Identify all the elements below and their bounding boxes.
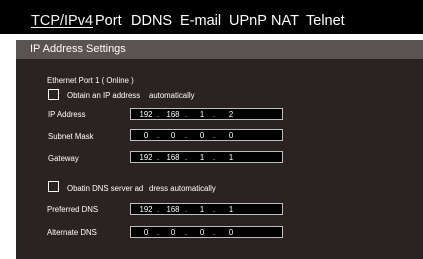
subnet-mask-label: Subnet Mask <box>48 132 94 141</box>
adns-octet-4: 0 <box>228 228 234 237</box>
tab-telnet[interactable]: Telnet <box>306 13 345 30</box>
dot: . <box>213 110 216 119</box>
tab-bar: TCP/IPv4 Port DDNS E-mail UPnP NAT Telne… <box>0 0 423 34</box>
auto-dns-label: Obatin DNS server ad <box>67 184 144 193</box>
ip-octet-1: 192 <box>139 110 153 119</box>
ip-address-input[interactable]: 192 . 168 . 1 . 2 <box>130 108 283 120</box>
gw-octet-1: 192 <box>139 153 153 162</box>
alternate-dns-input[interactable]: 0 . 0 . 0 . 0 <box>130 226 283 238</box>
ip-octet-3: 1 <box>199 110 205 119</box>
dot: . <box>157 228 160 237</box>
dot: . <box>157 110 160 119</box>
auto-ip-label: Obtain an IP address <box>67 91 141 100</box>
ip-address-label: IP Address <box>48 110 86 119</box>
alternate-dns-label: Alternate DNS <box>47 228 97 237</box>
tab-ddns[interactable]: DDNS <box>131 13 172 30</box>
gw-octet-2: 168 <box>166 153 180 162</box>
dot: . <box>213 205 216 214</box>
pdns-octet-2: 168 <box>166 205 180 214</box>
section-title: IP Address Settings <box>30 43 126 55</box>
pdns-octet-4: 1 <box>228 205 234 214</box>
dot: . <box>157 131 160 140</box>
mask-octet-3: 0 <box>199 131 205 140</box>
tab-nat[interactable]: NAT <box>271 13 299 30</box>
dot: . <box>213 228 216 237</box>
auto-dns-checkbox[interactable] <box>48 181 59 192</box>
ethernet-port-label: Ethernet Port 1 ( Online ) <box>47 76 134 85</box>
mask-octet-1: 0 <box>143 131 149 140</box>
dot: . <box>157 153 160 162</box>
subnet-mask-input[interactable]: 0 . 0 . 0 . 0 <box>130 129 283 141</box>
dot: . <box>185 110 188 119</box>
gateway-label: Gateway <box>48 154 79 163</box>
tab-upnp[interactable]: UPnP <box>229 13 267 30</box>
tab-email[interactable]: E-mail <box>180 13 221 30</box>
gw-octet-4: 1 <box>228 153 234 162</box>
section-header: IP Address Settings <box>16 40 423 59</box>
dot: . <box>185 153 188 162</box>
dot: . <box>185 205 188 214</box>
ip-octet-4: 2 <box>228 110 234 119</box>
preferred-dns-label: Preferred DNS <box>47 205 99 214</box>
settings-panel: IP Address Settings Ethernet Port 1 ( On… <box>16 40 423 259</box>
adns-octet-1: 0 <box>143 228 149 237</box>
gateway-input[interactable]: 192 . 168 . 1 . 1 <box>130 151 283 163</box>
dot: . <box>185 131 188 140</box>
mask-octet-4: 0 <box>228 131 234 140</box>
gw-octet-3: 1 <box>199 153 205 162</box>
auto-dns-label-suffix: dress automatically <box>149 184 216 193</box>
adns-octet-2: 0 <box>170 228 176 237</box>
auto-ip-label-suffix: automatically <box>149 91 195 100</box>
dot: . <box>185 228 188 237</box>
tab-tcp-ipv4[interactable]: TCP/IPv4 <box>31 13 93 30</box>
dot: . <box>213 131 216 140</box>
pdns-octet-1: 192 <box>139 205 153 214</box>
tab-port[interactable]: Port <box>95 13 122 30</box>
ip-octet-2: 168 <box>166 110 180 119</box>
dot: . <box>157 205 160 214</box>
adns-octet-3: 0 <box>199 228 205 237</box>
preferred-dns-input[interactable]: 192 . 168 . 1 . 1 <box>130 203 283 215</box>
auto-ip-checkbox[interactable] <box>48 89 59 100</box>
mask-octet-2: 0 <box>170 131 176 140</box>
dot: . <box>213 153 216 162</box>
pdns-octet-3: 1 <box>199 205 205 214</box>
